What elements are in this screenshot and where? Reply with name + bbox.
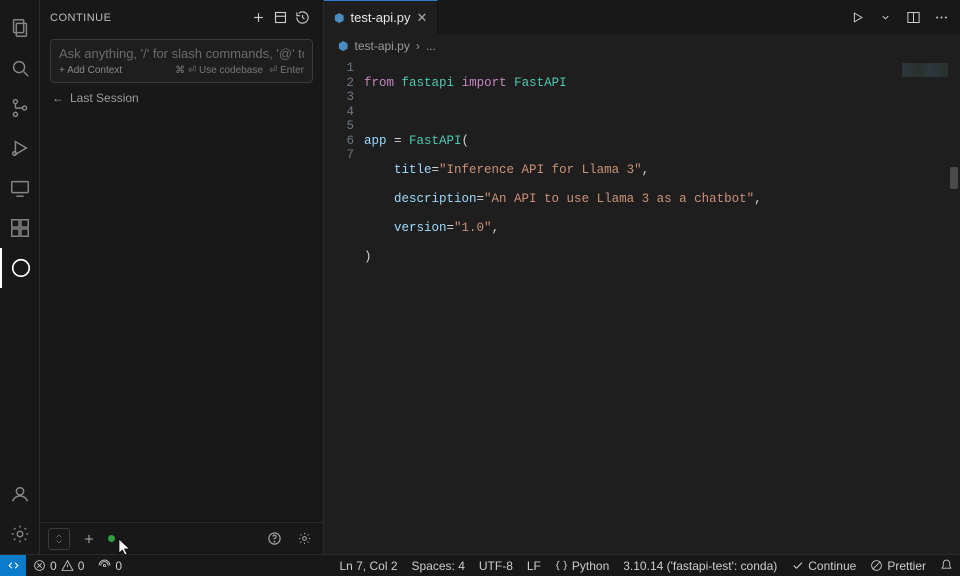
broadcast-icon [98,559,111,572]
tab-label: test-api.py [350,10,410,25]
remote-indicator[interactable] [0,555,26,576]
search-icon[interactable] [0,48,40,88]
arrow-left-icon: ← [52,91,64,105]
chevron-updown-icon [53,533,65,545]
code-area[interactable]: from fastapi import FastAPI app = FastAP… [364,57,960,554]
breadcrumb-more: ... [426,39,436,53]
indentation[interactable]: Spaces: 4 [405,555,472,576]
line-gutter: 1 2 3 4 5 6 7 [324,57,364,554]
explorer-icon[interactable] [0,8,40,48]
continue-icon[interactable] [0,248,40,288]
python-file-icon: ⬢ [334,11,344,25]
breadcrumb-file: test-api.py [354,39,409,53]
error-icon [33,559,46,572]
problems-item[interactable]: 0 0 [26,555,91,576]
language-mode[interactable]: Python [548,555,616,576]
python-interpreter[interactable]: 3.10.14 ('fastapi-test': conda) [616,555,784,576]
hint-enter: ⏎ Enter [269,65,304,76]
more-icon[interactable] [930,6,952,28]
tab-test-api[interactable]: ⬢ test-api.py ✕ [324,0,438,34]
sidebar-title: CONTINUE [50,12,247,24]
run-debug-icon[interactable] [0,128,40,168]
minimap[interactable] [902,63,948,77]
warning-icon [61,559,74,572]
braces-icon [555,559,568,572]
continue-sidebar: CONTINUE + Add Context ⌘ ⏎ Use codebase … [40,0,324,554]
editor-body[interactable]: 1 2 3 4 5 6 7 from fastapi import FastAP… [324,57,960,554]
add-context-button[interactable]: + Add Context [59,65,122,76]
source-control-icon[interactable] [0,88,40,128]
check-icon [791,559,804,572]
ports-item[interactable]: 0 [91,555,129,576]
continue-status[interactable]: Continue [784,555,863,576]
help-icon[interactable] [263,528,285,550]
last-session-label: Last Session [70,91,139,105]
status-dot-icon [108,535,115,542]
breadcrumb[interactable]: ⬢ test-api.py › ... [324,35,960,57]
toggle-fullscreen-icon[interactable] [269,7,291,29]
no-icon [870,559,883,572]
python-file-icon: ⬢ [338,39,348,53]
editor: ⬢ test-api.py ✕ ⬢ test-api.py › ... 1 2 … [324,0,960,554]
settings-gear-icon[interactable] [0,514,40,554]
tab-bar: ⬢ test-api.py ✕ [324,0,960,35]
close-icon[interactable]: ✕ [416,10,427,26]
accounts-icon[interactable] [0,474,40,514]
remote-explorer-icon[interactable] [0,168,40,208]
new-chat-icon[interactable] [247,7,269,29]
notifications-icon[interactable] [933,555,960,576]
chat-input[interactable] [59,46,304,61]
scrollbar-thumb[interactable] [950,167,958,189]
cursor-position[interactable]: Ln 7, Col 2 [332,555,404,576]
model-selector[interactable] [48,528,70,550]
run-dropdown-icon[interactable] [874,6,896,28]
chat-input-box[interactable]: + Add Context ⌘ ⏎ Use codebase ⏎ Enter [50,39,313,83]
eol[interactable]: LF [520,555,548,576]
split-editor-icon[interactable] [902,6,924,28]
gear-icon[interactable] [293,528,315,550]
add-model-icon[interactable] [78,528,100,550]
hint-codebase: ⌘ ⏎ Use codebase [175,65,263,76]
activity-bar [0,0,40,554]
run-icon[interactable] [846,6,868,28]
status-bar: 0 0 0 Ln 7, Col 2 Spaces: 4 UTF-8 LF Pyt… [0,554,960,576]
history-icon[interactable] [291,7,313,29]
breadcrumb-sep: › [416,39,420,53]
prettier-status[interactable]: Prettier [863,555,933,576]
encoding[interactable]: UTF-8 [472,555,520,576]
last-session-button[interactable]: ← Last Session [52,91,311,105]
extensions-icon[interactable] [0,208,40,248]
